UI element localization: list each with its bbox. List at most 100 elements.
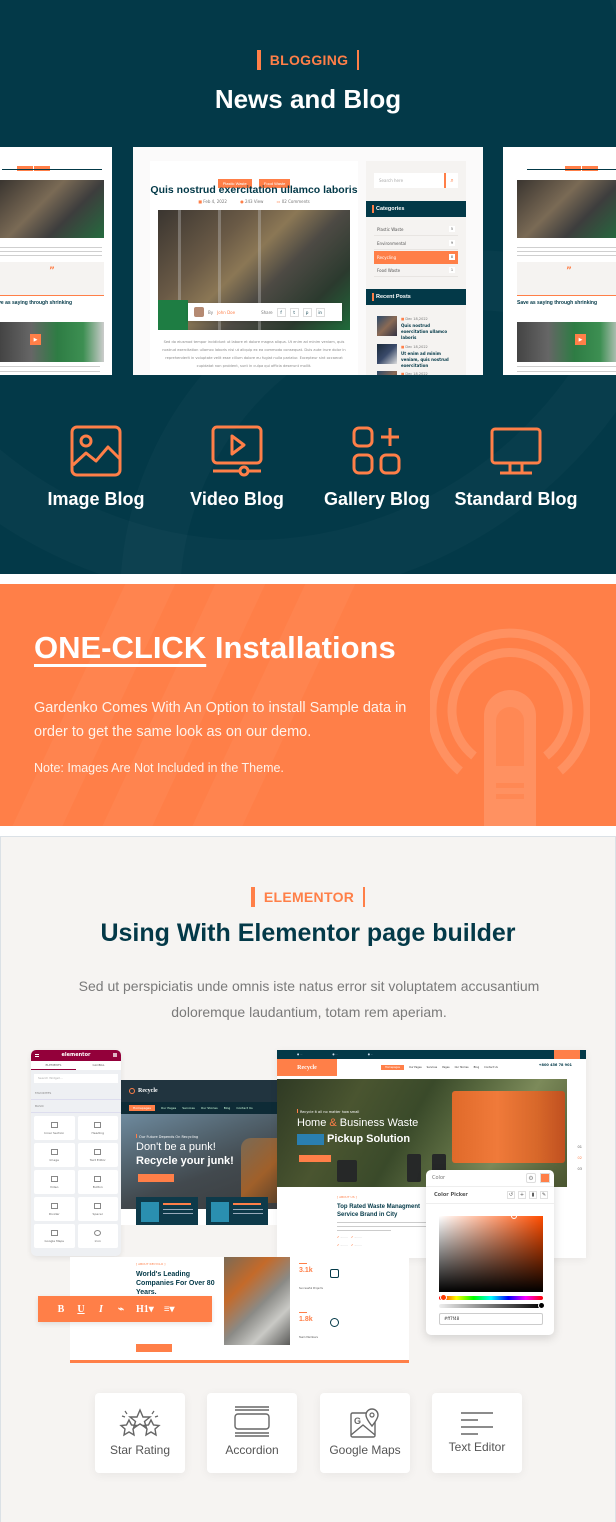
phone-number: +800 456 78 901: [538, 1063, 572, 1067]
svg-text:G: G: [354, 1416, 361, 1426]
alpha-slider[interactable]: [439, 1302, 545, 1309]
blog-preview-left: ” Save as saying through shrinking ▶: [0, 147, 112, 375]
eyedropper-icon[interactable]: ✎: [540, 1191, 548, 1199]
category-item-active[interactable]: Recycling 8: [374, 251, 458, 264]
about-cta-button[interactable]: [136, 1344, 172, 1352]
section-tag: BLOGGING: [0, 50, 616, 73]
nav-item[interactable]: Contact Us: [484, 1066, 498, 1069]
request-pickup-button[interactable]: [554, 1050, 580, 1059]
nav-item[interactable]: Pages: [442, 1066, 449, 1069]
divider-icon: [50, 1202, 58, 1209]
tab-global[interactable]: GLOBAL: [76, 1061, 121, 1070]
widget-item[interactable]: Icon: [77, 1224, 118, 1248]
sidebar-search-input[interactable]: Search here ⌕: [374, 173, 458, 188]
saturation-handle[interactable]: [511, 1213, 517, 1219]
recent-post[interactable]: Dec 18,2022: [377, 371, 459, 375]
category-item[interactable]: Food Waste 1: [374, 264, 458, 277]
widget-card-accordion[interactable]: Accordion: [207, 1393, 297, 1473]
group-basic[interactable]: BASIC: [31, 1100, 121, 1113]
widget-item[interactable]: Heading: [77, 1116, 118, 1140]
underline-button[interactable]: U: [76, 1304, 86, 1315]
saturation-field[interactable]: [439, 1213, 543, 1292]
nav-item[interactable]: Blog: [224, 1106, 231, 1110]
widget-item[interactable]: Inner Section: [34, 1116, 75, 1140]
recent-post[interactable]: Dec 18,2022 Quis nostrud exercitation ul…: [377, 316, 459, 340]
play-icon[interactable]: ▶: [30, 334, 41, 345]
section-tag-text: BLOGGING: [269, 52, 349, 68]
nav-item[interactable]: Our Pages: [161, 1106, 176, 1110]
nav-item[interactable]: Services: [182, 1106, 195, 1110]
stat-card: 1.8k Team Members: [297, 1309, 345, 1351]
section-title: News and Blog: [214, 84, 402, 114]
tab-elements[interactable]: ELEMENTS: [31, 1061, 76, 1070]
section-description: Sed ut perspiciatis unde omnis iste natu…: [78, 978, 540, 1020]
post-image: [0, 180, 104, 238]
widget-card-google-maps[interactable]: G Google Maps: [320, 1393, 410, 1473]
author-avatar: [194, 307, 204, 317]
widget-item[interactable]: Spacer: [77, 1197, 118, 1221]
hero-title-line1: Home & Business Waste: [297, 1117, 419, 1129]
italic-button[interactable]: I: [96, 1304, 106, 1315]
category-item[interactable]: Environmental 9: [374, 237, 458, 250]
hero-cta-button[interactable]: [138, 1174, 174, 1182]
video-icon: [211, 425, 263, 477]
nav-item[interactable]: Our Stories: [201, 1106, 218, 1110]
widget-search-input[interactable]: Search Widget...: [34, 1074, 118, 1083]
pinterest-icon[interactable]: p: [302, 307, 312, 317]
bold-button[interactable]: B: [56, 1304, 66, 1315]
group-favorites[interactable]: FAVORITES: [31, 1087, 121, 1100]
widget-item[interactable]: Text Editor: [77, 1143, 118, 1167]
linkedin-icon[interactable]: in: [315, 307, 325, 317]
quote-box: ”: [0, 262, 104, 296]
quote-icon: ”: [49, 266, 55, 276]
facebook-icon[interactable]: f: [276, 307, 286, 317]
widget-item[interactable]: Image: [34, 1143, 75, 1167]
link-button[interactable]: ⌁: [116, 1304, 126, 1315]
heading-dropdown[interactable]: H1▾: [136, 1304, 154, 1315]
trash-icon[interactable]: ▮: [529, 1191, 537, 1199]
nav-item[interactable]: Homepages: [129, 1105, 155, 1111]
nav-item[interactable]: Contact Us: [236, 1106, 252, 1110]
post-title[interactable]: Quis nostrud exercitation ullamco labori…: [150, 184, 358, 196]
color-swatch[interactable]: [540, 1173, 550, 1183]
nav-item[interactable]: Services: [427, 1066, 438, 1069]
hero-cta-button[interactable]: [299, 1155, 331, 1162]
search-icon[interactable]: ⌕: [444, 173, 458, 188]
nav-item[interactable]: Blog: [474, 1066, 480, 1069]
plus-icon[interactable]: +: [518, 1191, 526, 1199]
author-name[interactable]: John Doe: [217, 310, 235, 315]
widget-item[interactable]: Video: [34, 1170, 75, 1194]
nav-item[interactable]: Our Pages: [409, 1066, 422, 1069]
play-icon[interactable]: ▶: [575, 334, 586, 345]
reset-icon[interactable]: ↺: [507, 1191, 515, 1199]
widget-card-label: Star Rating: [109, 1443, 171, 1457]
post-heading: Save as saying through shrinking: [0, 300, 73, 306]
site-logo[interactable]: Recycle: [277, 1059, 337, 1076]
category-item[interactable]: Plastic Waste 5: [374, 223, 458, 236]
nav-item[interactable]: Our Stories: [455, 1066, 469, 1069]
service-card[interactable]: [206, 1197, 268, 1225]
menu-icon[interactable]: [35, 1054, 39, 1057]
grid-icon[interactable]: [113, 1053, 117, 1057]
site-logo[interactable]: Recycle: [138, 1088, 158, 1094]
blog-type-label: Gallery Blog: [323, 489, 431, 509]
blog-sidebar: Search here ⌕ Categories Plastic Waste 5…: [366, 161, 466, 375]
widget-card-star-rating[interactable]: Star Rating: [95, 1393, 185, 1473]
recent-post[interactable]: Dec 18,2022 Ut enim ad minim veniam, qui…: [377, 344, 459, 368]
hue-handle[interactable]: [440, 1294, 447, 1301]
alpha-handle[interactable]: [538, 1302, 545, 1309]
post-tags: [17, 156, 51, 175]
globe-icon[interactable]: ⚙: [526, 1173, 536, 1183]
widget-item[interactable]: Button: [77, 1170, 118, 1194]
hex-input[interactable]: #ff7f48: [439, 1313, 543, 1325]
accordion-icon: [234, 1406, 270, 1437]
hue-slider[interactable]: [439, 1294, 543, 1301]
widget-card-text-editor[interactable]: Text Editor: [432, 1393, 522, 1473]
twitter-icon[interactable]: t: [289, 307, 299, 317]
list-dropdown[interactable]: ≡▾: [164, 1304, 175, 1315]
image-icon: [50, 1148, 58, 1155]
widget-item[interactable]: Divider: [34, 1197, 75, 1221]
service-card[interactable]: [136, 1197, 198, 1225]
nav-item[interactable]: Homepages: [381, 1065, 404, 1070]
widget-item[interactable]: Google Maps: [34, 1224, 75, 1248]
